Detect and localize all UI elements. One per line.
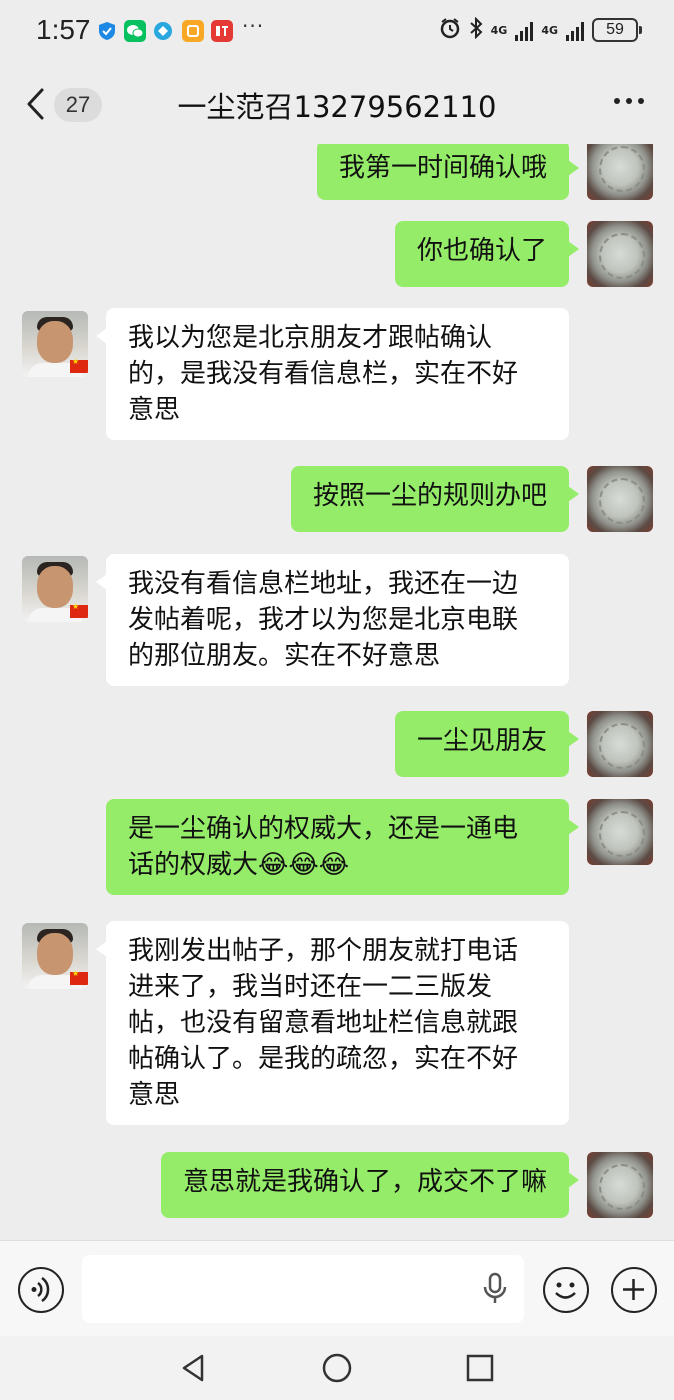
message-bubble-received[interactable]: 我刚发出帖子，那个朋友就打电话 进来了，我当时还在一二三版发 帖，也没有留意看地… — [96, 921, 569, 1125]
message-bubble-sent[interactable]: 是一尘确认的权威大，还是一通电 话的权威大😂😂😂 — [106, 799, 579, 895]
nav-recents-button[interactable] — [464, 1352, 496, 1384]
message-text: 意思 — [128, 1080, 181, 1110]
nav-home-button[interactable] — [321, 1352, 353, 1384]
message-bubble-sent[interactable]: 我第一时间确认哦 — [316, 144, 580, 200]
signal-label-2: 4G — [541, 23, 558, 37]
message-text: 进来了，我当时还在一二三版发 — [128, 972, 493, 1002]
shield-icon — [96, 20, 118, 42]
message-text: 意思 — [128, 395, 181, 425]
message-text: 帖，也没有留意看地址栏信息就跟 — [128, 1008, 519, 1038]
signal-label-1: 4G — [490, 23, 508, 37]
message-bubble-sent[interactable]: 一尘见朋友 — [394, 711, 580, 777]
my-avatar[interactable] — [587, 221, 653, 287]
emoji-button[interactable] — [543, 1267, 589, 1313]
message-text: 帖确认了。是我的疏忽，实在不好 — [128, 1044, 519, 1074]
alarm-icon — [439, 17, 461, 43]
unread-count-badge[interactable]: 27 — [54, 88, 102, 122]
message-text: 话的权威大😂😂😂 — [128, 850, 350, 880]
system-navigation-bar — [0, 1336, 674, 1400]
message-text: 我没有看信息栏地址，我还在一边 — [128, 569, 519, 599]
message-text: 一尘见朋友 — [416, 726, 547, 756]
message-text: 意思就是我确认了，成交不了嘛 — [182, 1167, 547, 1197]
input-bar — [0, 1240, 674, 1336]
message-bubble-sent[interactable]: 按照一尘的规则办吧 — [290, 466, 580, 532]
status-bar: 1:57 ··· 4G 4G 59 — [0, 0, 674, 64]
my-avatar[interactable] — [587, 466, 653, 532]
message-list[interactable]: 我第一时间确认哦 你也确认了 我以为您是北京朋友才跟帖确认 的，是我没有看信息栏… — [0, 144, 674, 1240]
message-input[interactable] — [82, 1255, 524, 1323]
bluetooth-icon — [469, 16, 483, 43]
message-text: 我第一时间确认哦 — [338, 153, 547, 183]
back-button[interactable] — [22, 86, 52, 122]
my-avatar[interactable] — [587, 144, 653, 200]
signal-bars-1-icon — [515, 19, 534, 41]
message-bubble-received[interactable]: 我没有看信息栏地址，我还在一边 发帖着呢，我才以为您是北京电联 的那位朋友。实在… — [96, 554, 569, 686]
message-text: 发帖着呢，我才以为您是北京电联 — [128, 605, 519, 635]
voice-mode-button[interactable] — [18, 1267, 64, 1313]
chevron-left-icon — [27, 88, 44, 120]
my-avatar[interactable] — [587, 711, 653, 777]
china-flag-icon — [70, 357, 88, 373]
nav-back-button[interactable] — [178, 1352, 210, 1384]
voice-icon — [31, 1276, 50, 1303]
battery-icon: 59 — [592, 18, 642, 42]
plus-icon — [623, 1279, 644, 1300]
my-avatar[interactable] — [587, 799, 653, 865]
message-text: 是一尘确认的权威大，还是一通电 — [128, 814, 519, 844]
square-recents-icon — [466, 1354, 494, 1382]
message-text: 我刚发出帖子，那个朋友就打电话 — [128, 936, 519, 966]
microphone-icon[interactable] — [480, 1271, 510, 1307]
message-text: 你也确认了 — [416, 236, 547, 266]
message-bubble-received[interactable]: 我以为您是北京朋友才跟帖确认 的，是我没有看信息栏，实在不好 意思 — [96, 308, 569, 440]
browser-icon — [152, 20, 174, 42]
contact-avatar[interactable] — [22, 556, 88, 622]
my-avatar[interactable] — [587, 1152, 653, 1218]
china-flag-icon — [70, 602, 88, 618]
more-notifications: ··· — [242, 14, 265, 38]
chat-header: 一尘范召13279562110 27 — [0, 64, 674, 144]
triangle-back-icon — [182, 1354, 204, 1382]
status-time: 1:57 — [36, 14, 91, 45]
message-bubble-sent[interactable]: 你也确认了 — [394, 221, 580, 287]
china-flag-icon — [70, 969, 88, 985]
mi-icon — [182, 20, 204, 42]
system-icons: 4G 4G 59 — [439, 16, 642, 43]
smiley-icon — [555, 1282, 576, 1299]
message-text: 我以为您是北京朋友才跟帖确认 — [128, 323, 493, 353]
contact-avatar[interactable] — [22, 923, 88, 989]
more-menu-button[interactable] — [614, 98, 644, 104]
message-text: 的那位朋友。实在不好意思 — [128, 641, 441, 671]
signal-bars-2-icon — [566, 19, 584, 41]
ting-icon — [211, 20, 233, 42]
circle-home-icon — [322, 1353, 352, 1383]
message-bubble-sent[interactable]: 意思就是我确认了，成交不了嘛 — [160, 1152, 580, 1218]
message-text: 的，是我没有看信息栏，实在不好 — [128, 359, 519, 389]
more-functions-button[interactable] — [611, 1267, 657, 1313]
message-text: 按照一尘的规则办吧 — [312, 481, 547, 511]
contact-avatar[interactable] — [22, 311, 88, 377]
wechat-icon — [124, 20, 146, 42]
